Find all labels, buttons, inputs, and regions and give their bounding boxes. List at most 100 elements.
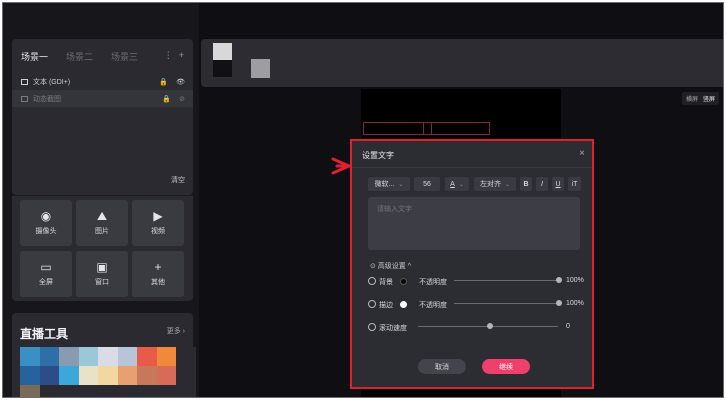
tool-thumbnail-tile[interactable] — [20, 347, 40, 366]
align-value: 左对齐 — [479, 181, 501, 188]
source-label: 视频 — [151, 228, 165, 235]
source-image-button[interactable]: ⛰ 图片 — [76, 200, 128, 246]
layer-item[interactable]: 动态截图 🔒 ⊘ — [12, 90, 193, 107]
clear-button[interactable]: 清空 — [171, 175, 185, 185]
landscape-option[interactable]: 横屏 — [686, 94, 698, 103]
tool-thumbnail-tile[interactable] — [137, 366, 157, 385]
stroke-radio[interactable] — [368, 300, 376, 308]
tool-thumbnail-tile[interactable] — [98, 347, 118, 366]
tool-thumbnail-tile[interactable] — [78, 385, 98, 397]
tool-thumbnail-tile[interactable] — [117, 385, 137, 397]
slider-knob[interactable] — [487, 323, 493, 329]
plus-icon: + — [154, 260, 162, 274]
preview-thumbnail[interactable] — [213, 60, 232, 77]
text-layer-handle[interactable] — [423, 123, 432, 134]
tool-thumbnail-tile[interactable] — [59, 366, 79, 385]
tool-thumbnail-tile[interactable] — [78, 366, 98, 385]
tool-thumbnail-tile[interactable] — [156, 366, 176, 385]
tab-scene-2[interactable]: 场景二 — [66, 50, 93, 63]
eye-off-icon[interactable]: ⊘ — [179, 95, 185, 103]
scroll-speed-radio[interactable] — [368, 323, 376, 331]
source-other-button[interactable]: + 其他 — [132, 251, 184, 297]
tab-scene-1[interactable]: 场景一 — [21, 50, 48, 63]
close-icon[interactable]: × — [579, 148, 585, 159]
tool-thumbnail-tile[interactable] — [156, 347, 176, 366]
tool-thumbnail-tile[interactable] — [176, 385, 196, 397]
tool-thumbnail-tile[interactable] — [39, 385, 59, 397]
scroll-speed-row: 滚动速度 0 — [368, 321, 582, 333]
scene-tools: ⋮ + — [164, 50, 184, 61]
tool-thumbnail-tile[interactable] — [39, 366, 59, 385]
tool-thumbnail-tile[interactable] — [117, 366, 137, 385]
eye-icon[interactable]: 👁 — [176, 78, 185, 86]
layer-item[interactable]: 文本 (GDI+) 🔒 👁 — [12, 73, 193, 90]
stroke-opacity-slider[interactable] — [454, 303, 558, 304]
font-size-select[interactable]: 56 — [414, 177, 440, 191]
text-layer-outline[interactable] — [363, 122, 490, 135]
source-label: 全屏 — [39, 279, 53, 286]
stroke-color-swatch[interactable] — [400, 301, 407, 308]
tool-thumbnail-tile[interactable] — [20, 366, 40, 385]
add-scene-icon[interactable]: + — [179, 50, 184, 61]
tab-scene-3[interactable]: 场景三 — [111, 50, 138, 63]
video-icon: ▶ — [153, 209, 163, 223]
source-label: 窗口 — [95, 279, 109, 286]
tool-thumbnail-tile[interactable] — [98, 366, 118, 385]
lock-icon[interactable]: 🔒 — [159, 78, 168, 86]
window-icon: ▣ — [96, 260, 108, 274]
camera-icon: ◉ — [40, 209, 52, 223]
tool-thumbnail-tile[interactable] — [59, 347, 79, 366]
tool-thumbnail-tile[interactable] — [156, 385, 176, 397]
tool-thumbnail-tile[interactable] — [78, 347, 98, 366]
slider-knob[interactable] — [556, 277, 562, 283]
opacity-label: 不透明度 — [419, 279, 447, 286]
tool-thumbnail-tile[interactable] — [98, 385, 118, 397]
tool-thumbnail-tile[interactable] — [117, 347, 137, 366]
preview-thumbnail[interactable] — [213, 43, 232, 60]
italic-button[interactable]: I — [536, 177, 548, 191]
slider-knob[interactable] — [556, 300, 562, 306]
preview-thumbnail[interactable] — [251, 59, 270, 78]
text-input[interactable] — [368, 197, 580, 250]
tool-thumbnail-tile[interactable] — [137, 385, 157, 397]
lock-icon[interactable]: 🔒 — [162, 95, 171, 103]
portrait-option[interactable]: 竖屏 — [703, 94, 715, 103]
source-camera-button[interactable]: ◉ 摄像头 — [20, 200, 72, 246]
tools-thumbnail-grid[interactable] — [20, 347, 196, 397]
stroke-row: 描边 不透明度 100% — [368, 298, 584, 310]
background-radio[interactable] — [368, 277, 376, 285]
layer-label: 文本 (GDI+) — [33, 78, 71, 86]
orientation-switch[interactable]: 横屏 竖屏 — [681, 92, 719, 105]
chevron-down-icon: ⌄ — [398, 181, 404, 188]
tool-thumbnail-tile[interactable] — [137, 347, 157, 366]
tool-thumbnail-tile[interactable] — [176, 366, 196, 385]
background-opacity-slider[interactable] — [454, 280, 558, 281]
underline-button[interactable]: U — [552, 177, 564, 191]
tool-thumbnail-tile[interactable] — [176, 347, 196, 366]
background-color-swatch[interactable] — [400, 278, 407, 285]
advanced-settings-toggle[interactable]: ⊙ 高级设置 ^ — [370, 261, 411, 271]
layer-icon — [21, 95, 28, 102]
opacity-value: 100% — [566, 277, 584, 284]
more-tools-link[interactable]: 更多 › — [167, 326, 185, 336]
scene-tabs: 场景一 场景二 场景三 — [21, 50, 138, 63]
align-select[interactable]: 左对齐 ⌄ — [474, 177, 516, 191]
scene-more-icon[interactable]: ⋮ — [164, 50, 173, 61]
source-label: 摄像头 — [35, 228, 57, 235]
bold-button[interactable]: B — [520, 177, 532, 191]
cancel-button[interactable]: 取消 — [418, 359, 466, 374]
source-label: 其他 — [151, 279, 165, 286]
chevron-down-icon: ⌄ — [458, 181, 464, 188]
font-color-button[interactable]: A ⌄ — [445, 177, 469, 191]
source-video-button[interactable]: ▶ 视频 — [132, 200, 184, 246]
tool-thumbnail-tile[interactable] — [39, 347, 59, 366]
source-window-button[interactable]: ▣ 窗口 — [76, 251, 128, 297]
font-select[interactable]: 微软... ⌄ — [368, 177, 410, 191]
source-fullscreen-button[interactable]: ▭ 全屏 — [20, 251, 72, 297]
text-style-button[interactable]: iT — [568, 177, 581, 191]
tool-thumbnail-tile[interactable] — [59, 385, 79, 397]
background-label: 背景 — [379, 279, 393, 286]
tool-thumbnail-tile[interactable] — [20, 385, 40, 397]
scene-panel: 场景一 场景二 场景三 ⋮ + 文本 (GDI+) 🔒 👁 动态截图 🔒 ⊘ 清… — [12, 39, 193, 195]
continue-button[interactable]: 继续 — [482, 359, 530, 374]
